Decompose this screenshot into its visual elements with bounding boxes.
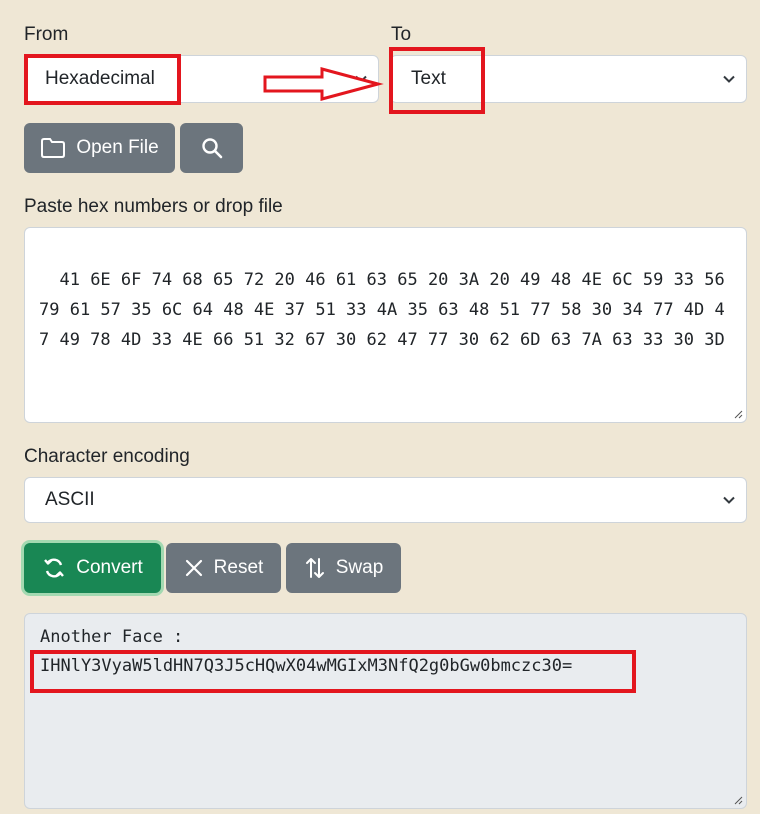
encoding-label: Character encoding xyxy=(24,446,190,467)
to-label: To xyxy=(391,24,412,45)
encoding-select-value: ASCII xyxy=(45,489,95,510)
reset-label: Reset xyxy=(213,557,264,578)
arrow-right-icon xyxy=(263,67,384,101)
hex-input-value: 41 6E 6F 74 68 65 72 20 46 61 63 65 20 3… xyxy=(39,270,736,350)
reset-button[interactable]: Reset xyxy=(166,543,281,593)
resize-grip-icon[interactable] xyxy=(733,795,743,805)
output-line-1: Another Face : xyxy=(40,627,184,647)
from-label: From xyxy=(24,24,69,45)
search-icon xyxy=(201,138,222,159)
resize-grip-icon[interactable] xyxy=(733,409,743,419)
close-icon xyxy=(185,559,202,577)
chevron-down-icon xyxy=(723,75,735,83)
chevron-down-icon xyxy=(723,496,735,504)
sync-icon xyxy=(44,558,65,578)
input-label: Paste hex numbers or drop file xyxy=(24,196,283,217)
highlight-output-box xyxy=(30,650,636,693)
convert-button[interactable]: Convert xyxy=(24,543,161,593)
hex-input-textarea[interactable]: 41 6E 6F 74 68 65 72 20 46 61 63 65 20 3… xyxy=(24,227,747,423)
output-textarea[interactable]: Another Face : IHNlY3VyaW5ldHN7Q3J5cHQwX… xyxy=(24,613,747,809)
convert-label: Convert xyxy=(76,557,143,578)
swap-button[interactable]: Swap xyxy=(286,543,401,593)
search-button[interactable] xyxy=(180,123,243,173)
open-file-button[interactable]: Open File xyxy=(24,123,175,173)
encoding-select[interactable]: ASCII xyxy=(24,477,747,523)
open-file-label: Open File xyxy=(76,137,159,158)
highlight-to-box xyxy=(389,47,485,114)
folder-icon xyxy=(41,138,66,158)
swap-arrows-icon xyxy=(305,558,324,578)
highlight-from-box xyxy=(24,54,181,105)
swap-label: Swap xyxy=(335,557,384,578)
